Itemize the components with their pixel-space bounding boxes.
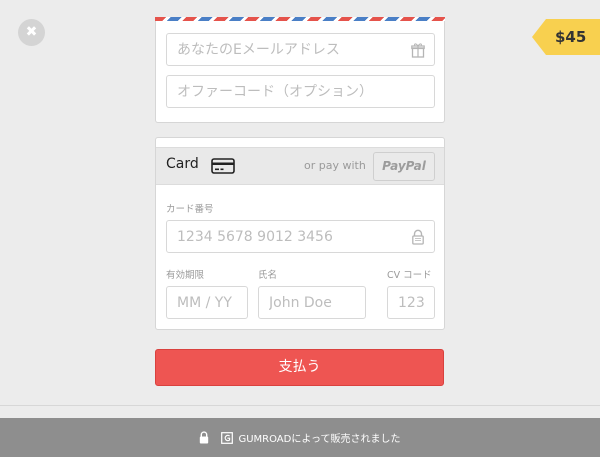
name-field[interactable] bbox=[258, 286, 366, 319]
price-label: $45 bbox=[555, 28, 587, 46]
card-number-field[interactable] bbox=[166, 220, 435, 253]
gift-icon bbox=[411, 43, 425, 58]
cvc-label: CV コード bbox=[387, 270, 432, 281]
expiry-field[interactable] bbox=[166, 286, 248, 319]
paypal-button[interactable]: PayPal bbox=[373, 152, 435, 181]
offer-code-field[interactable] bbox=[166, 75, 435, 108]
email-input[interactable] bbox=[167, 41, 434, 58]
email-section bbox=[155, 17, 445, 123]
name-label: 氏名 bbox=[258, 270, 278, 281]
airmail-stripe bbox=[155, 17, 445, 21]
pay-button-label: 支払う bbox=[278, 359, 321, 375]
name-input[interactable] bbox=[259, 294, 365, 311]
lock-icon bbox=[199, 431, 209, 444]
close-icon: ✖ bbox=[25, 24, 38, 40]
card-number-input[interactable] bbox=[167, 228, 434, 245]
footer-bar: GUMROADによって販売されました bbox=[0, 418, 600, 457]
gumroad-logo-icon bbox=[221, 431, 234, 444]
email-field[interactable] bbox=[166, 33, 435, 66]
cvc-input[interactable] bbox=[388, 294, 434, 311]
footer-text: GUMROADによって販売されました bbox=[238, 434, 401, 445]
payment-method-header: Card or pay with PayPal bbox=[156, 147, 444, 185]
expiry-label: 有効期限 bbox=[166, 270, 205, 281]
credit-card-icon bbox=[211, 158, 235, 174]
paypal-label: PayPal bbox=[382, 159, 426, 173]
lock-icon bbox=[412, 229, 424, 245]
cvc-field[interactable] bbox=[387, 286, 435, 319]
close-button[interactable]: ✖ bbox=[18, 19, 45, 46]
expiry-input[interactable] bbox=[167, 294, 247, 311]
card-number-label: カード番号 bbox=[166, 204, 214, 215]
card-tab-label[interactable]: Card bbox=[166, 156, 199, 172]
divider bbox=[0, 405, 600, 406]
pay-button[interactable]: 支払う bbox=[155, 349, 444, 386]
or-pay-with-label: or pay with bbox=[304, 159, 366, 172]
price-tag: $45 bbox=[532, 19, 600, 55]
payment-section: Card or pay with PayPal カード番号 有効期限 氏名 CV… bbox=[155, 137, 445, 330]
offer-code-input[interactable] bbox=[167, 83, 434, 100]
